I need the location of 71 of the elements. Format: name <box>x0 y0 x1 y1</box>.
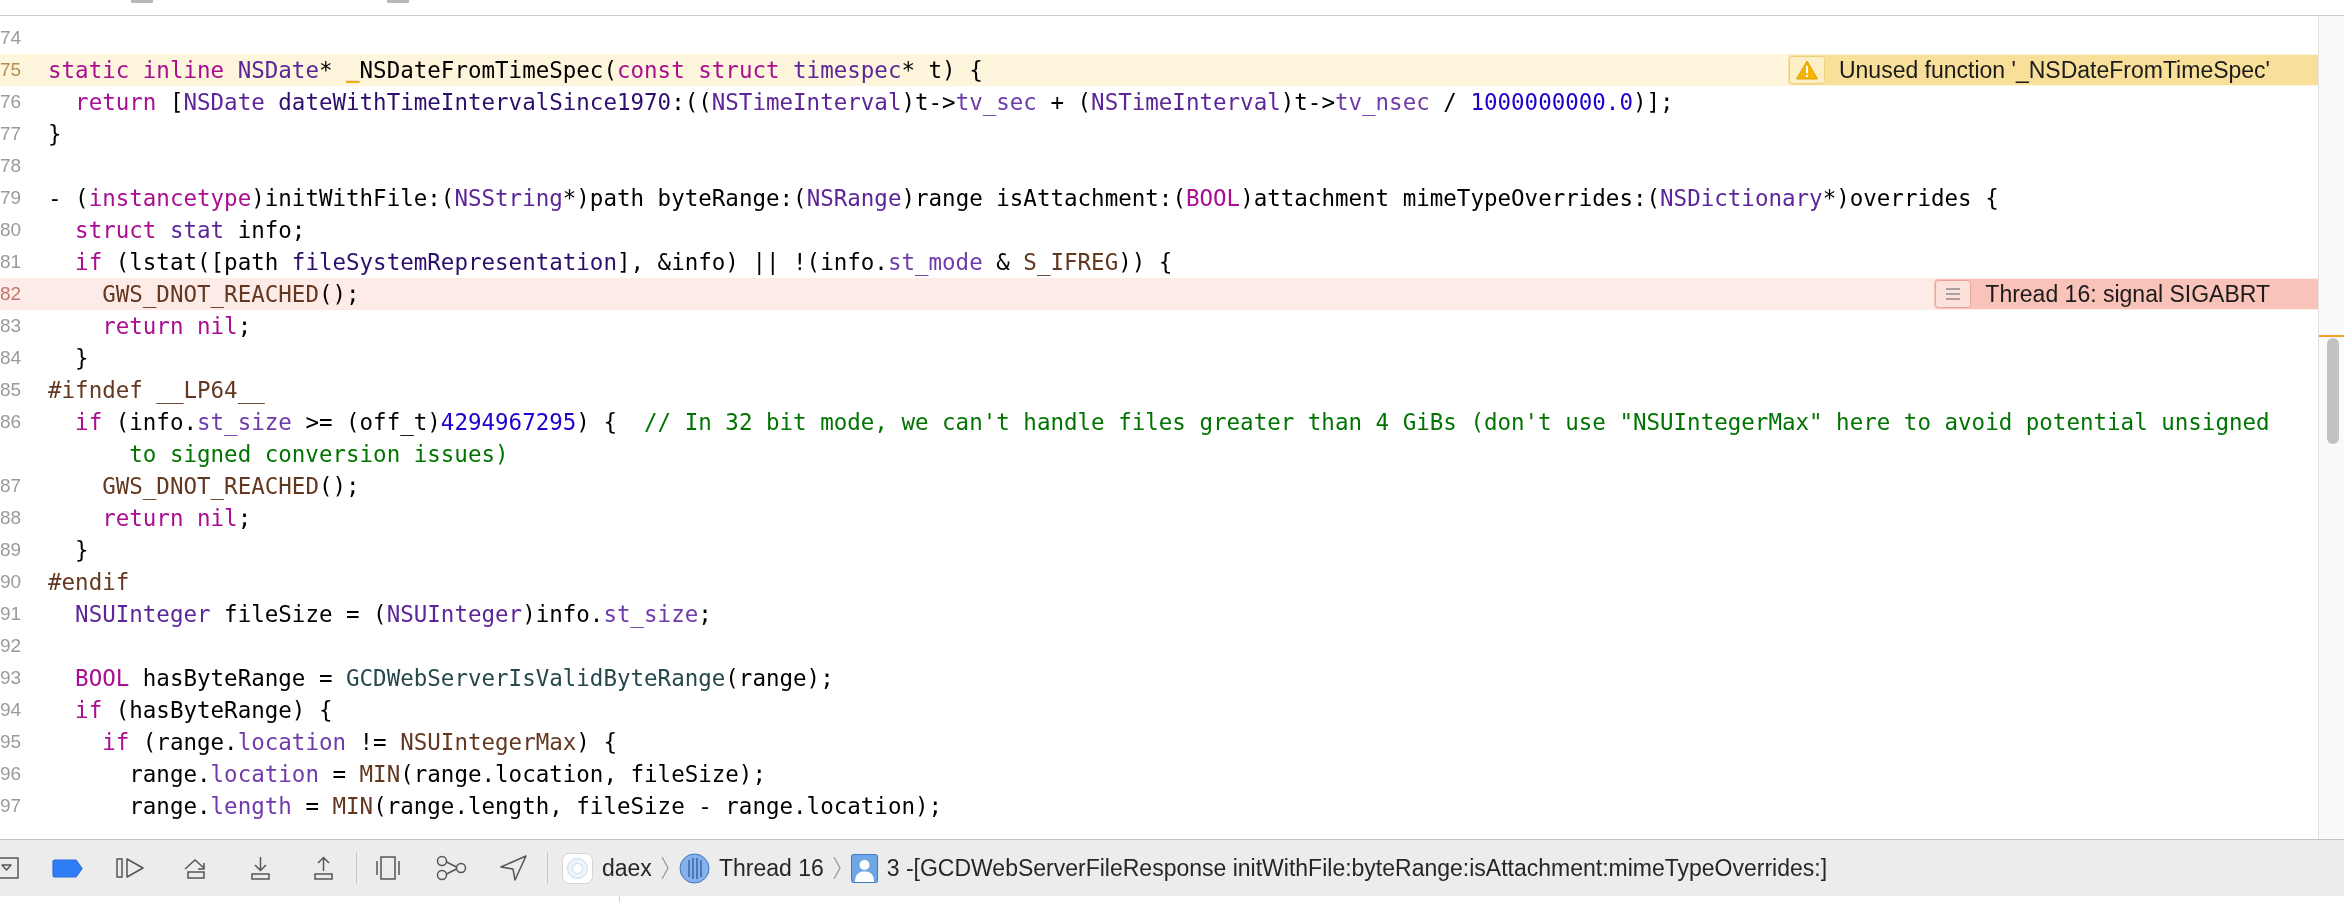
line-number: 88 <box>0 506 21 530</box>
play-bar-icon[interactable] <box>116 857 145 879</box>
app-icon <box>562 852 593 884</box>
panel-toggle-icon[interactable] <box>0 857 20 879</box>
error-annotation[interactable]: Thread 16: signal SIGABRT <box>1934 279 2318 309</box>
line-number: 75 <box>0 58 21 82</box>
line-number: 80 <box>0 218 21 242</box>
line-number: 79 <box>0 186 21 210</box>
line-number: 84 <box>0 346 21 370</box>
code-line: return nil; <box>101 312 252 341</box>
code-line: NSUInteger fileSize = (NSUInteger)info.st_size; <box>74 600 712 630</box>
line-number: 81 <box>0 250 21 274</box>
line-number: 95 <box>0 730 21 754</box>
chevron-right-icon <box>660 856 669 880</box>
code-line: } <box>74 344 90 373</box>
code-line: #endif <box>48 568 130 597</box>
annotation-text: Thread 16: signal SIGABRT <box>1985 280 2270 309</box>
issue-marker <box>2319 335 2344 337</box>
code-line: if (lstat([path fileSystemRepresentation], &info) || !(info.st_mode & S_IFREG)) { <box>74 248 1173 278</box>
code-line: } <box>48 120 63 149</box>
code-line: return [NSDate dateWithTimeIntervalSince1970:((NSTimeInterval)t->tv_sec + (NSTimeInterval)t->tv_nsec / 1000000000.0)]; <box>74 88 1674 118</box>
scrollbar[interactable] <box>2318 16 2344 839</box>
breakpoint-icon[interactable] <box>52 858 83 878</box>
code-line: } <box>74 536 90 565</box>
code-line: range.location = MIN(range.location, fileSize); <box>128 760 766 789</box>
line-number: 94 <box>0 698 21 722</box>
line-number: 77 <box>0 122 21 146</box>
download-icon[interactable] <box>251 856 270 880</box>
striped-circle-icon <box>678 852 710 884</box>
code-line: GWS_DNOT_REACHED(); <box>101 280 361 310</box>
partial-icon <box>387 0 409 3</box>
line-number: 82 <box>0 282 21 306</box>
code-line: return nil; <box>101 504 252 533</box>
code-line: struct stat info; <box>74 216 306 245</box>
line-number: 76 <box>0 90 21 114</box>
code-line: GWS_DNOT_REACHED(); <box>101 472 361 502</box>
line-number: 90 <box>0 570 21 594</box>
scrollbar-thumb[interactable] <box>2327 338 2339 444</box>
code-line: if (info.st_size >= (off_t)4294967295) { // In 32 bit mode, we can't handle files greater than 4 GiBs (don't use "NSUIntegerMax" here to avoid potential unsigned to signed conversion issues) <box>74 408 2271 469</box>
nodes-icon[interactable] <box>436 855 467 881</box>
warning-annotation[interactable]: Unused function '_NSDateFromTimeSpec' <box>1787 55 2318 85</box>
chevron-right-icon <box>832 856 841 880</box>
line-number: 83 <box>0 314 21 338</box>
code-line: BOOL hasByteRange = GCDWebServerIsValidByteRange(range); <box>74 664 834 693</box>
line-number: 89 <box>0 538 21 562</box>
line-number: 86 <box>0 410 21 434</box>
person-icon <box>850 853 878 883</box>
line-number: 92 <box>0 634 21 658</box>
path-item[interactable]: Thread 16 <box>678 850 824 886</box>
code-line: #ifndef __LP64__ <box>48 376 265 406</box>
code-line: static inline NSDate* _NSDateFromTimeSpec(const struct timespec* t) { <box>48 56 983 85</box>
line-number: 93 <box>0 666 21 690</box>
annotation-text: Unused function '_NSDateFromTimeSpec' <box>1838 56 2270 85</box>
stacked-panels-icon[interactable] <box>375 856 401 880</box>
warning-icon <box>1788 56 1825 84</box>
line-number: 85 <box>0 378 21 402</box>
line-number: 96 <box>0 762 21 786</box>
partial-icon <box>131 0 153 3</box>
line-number: 78 <box>0 154 21 178</box>
upload-icon[interactable] <box>314 856 333 880</box>
code-line: if (hasByteRange) { <box>74 696 333 725</box>
path-item[interactable]: 3 -[GCDWebServerFileResponse initWithFile:byteRange:isAttachment:mimeTypeOverrides:] <box>850 850 1828 886</box>
line-number: 74 <box>0 26 21 50</box>
line-number: 91 <box>0 602 21 626</box>
code-line: - (instancetype)initWithFile:(NSString*)path byteRange:(NSRange)range isAttachment:(BOOL)attachment mimeTypeOverrides:(NSDictionary*)overrides { <box>48 184 1999 213</box>
code-line: if (range.location != NSUIntegerMax) { <box>101 728 617 757</box>
navigation-arrow-icon[interactable] <box>499 854 528 882</box>
code-line: range.length = MIN(range.length, fileSize - range.location); <box>128 792 943 821</box>
path-item[interactable]: daex <box>562 850 652 886</box>
line-number: 87 <box>0 474 21 498</box>
line-number: 97 <box>0 794 21 818</box>
